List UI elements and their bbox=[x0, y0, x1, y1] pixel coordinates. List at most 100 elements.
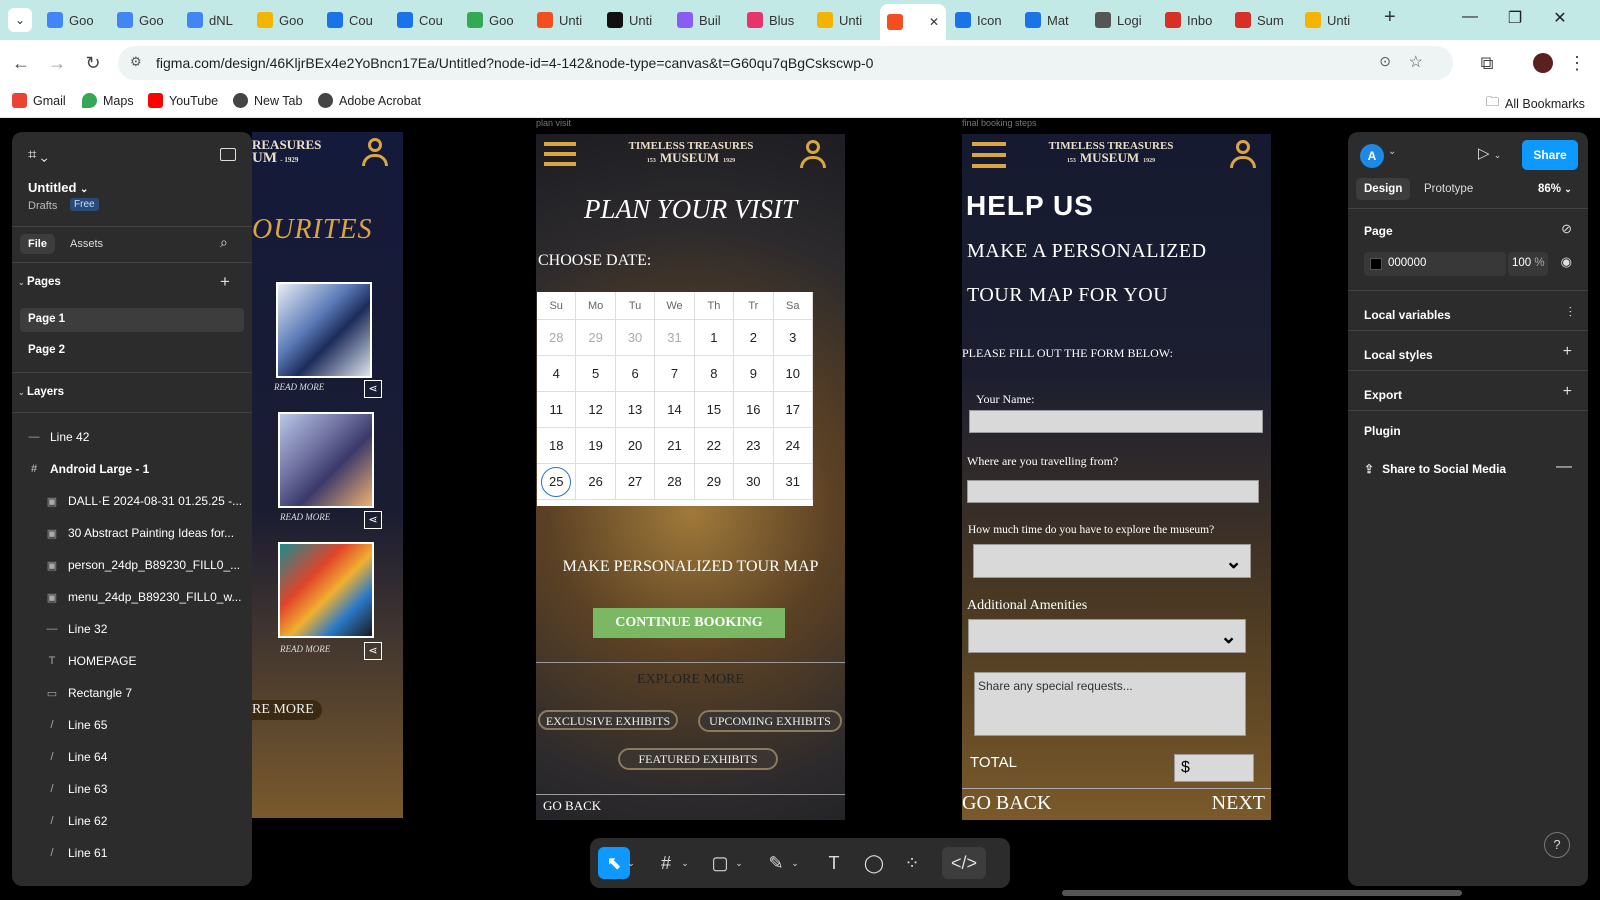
browser-tab[interactable]: Goo bbox=[40, 6, 108, 34]
share-icon[interactable]: ⋖ bbox=[364, 642, 382, 660]
go-back-link[interactable]: GO BACK bbox=[962, 792, 1051, 815]
browser-tab[interactable]: Mat bbox=[1018, 6, 1086, 34]
frame-booking-form[interactable]: TIMELESS TREASURES 153 MUSEUM 1929 HELP … bbox=[962, 134, 1271, 820]
browser-tab[interactable]: Buil bbox=[670, 6, 738, 34]
new-tab-button[interactable]: + bbox=[1384, 6, 1396, 29]
close-window-icon[interactable]: ✕ bbox=[1545, 8, 1575, 28]
browser-tab-active[interactable]: ✕ bbox=[880, 4, 946, 40]
local-styles-section[interactable]: Local styles bbox=[1364, 348, 1433, 362]
variables-icon[interactable]: ⫶ bbox=[1569, 304, 1573, 321]
calendar-day[interactable]: 13 bbox=[615, 392, 656, 428]
browser-tab[interactable]: Blus bbox=[740, 6, 808, 34]
exclusive-exhibits-button[interactable]: EXCLUSIVE EXHIBITS bbox=[538, 710, 678, 730]
calendar-day[interactable]: 28 bbox=[537, 320, 577, 356]
name-input[interactable] bbox=[969, 410, 1263, 433]
layers-section-header[interactable]: ⌄ Layers bbox=[18, 386, 64, 398]
bookmark-adobe-acrobat[interactable]: Adobe Acrobat bbox=[318, 93, 421, 108]
page-opacity-input[interactable]: 100 % bbox=[1508, 252, 1548, 276]
page-item-2[interactable]: Page 2 bbox=[28, 344, 65, 356]
figma-main-menu-icon[interactable]: ⌗ ⌄ bbox=[28, 146, 48, 163]
browser-tab[interactable]: Inbo bbox=[1158, 6, 1226, 34]
profile-avatar[interactable] bbox=[1533, 53, 1553, 73]
dev-mode-icon[interactable]: </> bbox=[942, 847, 986, 879]
calendar-day[interactable]: 1 bbox=[694, 320, 735, 356]
calendar-day[interactable]: 26 bbox=[576, 464, 616, 500]
chevron-down-icon[interactable]: ⌄ bbox=[788, 847, 802, 879]
local-variables-section[interactable]: Local variables bbox=[1364, 308, 1451, 322]
calendar-day[interactable]: 24 bbox=[773, 428, 813, 464]
special-requests-textarea[interactable]: Share any special requests... bbox=[974, 672, 1246, 736]
menu-icon[interactable] bbox=[972, 142, 1006, 168]
maximize-icon[interactable]: ❐ bbox=[1500, 8, 1530, 28]
present-play-icon[interactable]: ▷ ⌄ bbox=[1478, 144, 1501, 162]
browser-tab[interactable]: Unti bbox=[530, 6, 598, 34]
calendar-day[interactable]: 22 bbox=[694, 428, 735, 464]
install-icon[interactable]: ⊙ bbox=[1379, 53, 1391, 70]
calendar-day[interactable]: 14 bbox=[655, 392, 695, 428]
chevron-down-icon[interactable]: ⌄ bbox=[624, 847, 638, 879]
layer-item[interactable]: ▣ menu_24dp_B89230_FILL0_w... bbox=[46, 590, 242, 604]
site-info-icon[interactable]: ⚙ bbox=[130, 54, 142, 70]
bookmark-youtube[interactable]: YouTube bbox=[148, 93, 218, 108]
layer-item[interactable]: ▣ 30 Abstract Painting Ideas for... bbox=[46, 526, 234, 540]
reload-icon[interactable]: ↻ bbox=[80, 50, 106, 76]
browser-menu-icon[interactable]: ⋮ bbox=[1564, 50, 1590, 76]
close-tab-icon[interactable]: ✕ bbox=[929, 15, 939, 29]
calendar-day[interactable]: 4 bbox=[537, 356, 577, 392]
go-back-link[interactable]: GO BACK bbox=[543, 798, 601, 814]
layer-item[interactable]: ▣ person_24dp_B89230_FILL0_... bbox=[46, 558, 240, 572]
browser-tab[interactable]: Unti bbox=[810, 6, 878, 34]
amenities-dropdown[interactable]: ⌄ bbox=[968, 619, 1246, 653]
read-more-link[interactable]: READ MORE bbox=[274, 382, 324, 392]
calendar-day[interactable]: 29 bbox=[694, 464, 735, 500]
browser-tab[interactable]: Goo bbox=[110, 6, 178, 34]
comment-tool-icon[interactable]: ◯ bbox=[858, 847, 890, 879]
layer-item[interactable]: ▭ Rectangle 7 bbox=[46, 686, 132, 700]
extensions-icon[interactable]: ⧉ bbox=[1474, 50, 1500, 76]
calendar-day[interactable]: 18 bbox=[537, 428, 577, 464]
layer-item[interactable]: ▣ DALL·E 2024-08-31 01.25.25 -... bbox=[46, 494, 242, 508]
upcoming-exhibits-button[interactable]: UPCOMING EXHIBITS bbox=[698, 710, 842, 732]
bookmark-maps[interactable]: Maps bbox=[82, 93, 134, 108]
menu-icon[interactable] bbox=[544, 142, 576, 166]
zoom-level[interactable]: 86% ⌄ bbox=[1538, 183, 1572, 195]
person-icon[interactable] bbox=[360, 136, 390, 168]
browser-tab[interactable]: Goo bbox=[250, 6, 318, 34]
browser-tab[interactable]: Sum bbox=[1228, 6, 1296, 34]
layer-item[interactable]: / Line 65 bbox=[46, 718, 107, 732]
chevron-down-icon[interactable]: ⌄ bbox=[678, 847, 692, 879]
styles-icon[interactable]: ⊘ bbox=[1561, 221, 1572, 237]
continue-booking-button[interactable]: CONTINUE BOOKING bbox=[593, 608, 785, 638]
page-color-input[interactable]: 000000 bbox=[1364, 252, 1506, 276]
calendar-day[interactable]: 12 bbox=[576, 392, 616, 428]
plugin-share-to-social-media[interactable]: ⇪ Share to Social Media bbox=[1364, 462, 1506, 476]
layer-item[interactable]: / Line 63 bbox=[46, 782, 107, 796]
calendar-day[interactable]: 5 bbox=[576, 356, 616, 392]
help-button[interactable]: ? bbox=[1544, 832, 1570, 858]
bookmark-new-tab[interactable]: New Tab bbox=[233, 93, 302, 108]
layer-item[interactable]: / Line 61 bbox=[46, 846, 107, 860]
total-amount-field[interactable]: $ bbox=[1174, 754, 1254, 782]
travelling-input[interactable] bbox=[967, 480, 1259, 503]
minimize-icon[interactable]: — bbox=[1455, 8, 1485, 26]
calendar-day[interactable]: 27 bbox=[615, 464, 656, 500]
horizontal-scrollbar[interactable] bbox=[1062, 890, 1462, 896]
time-dropdown[interactable]: ⌄ bbox=[973, 544, 1251, 578]
bookmark-gmail[interactable]: Gmail bbox=[12, 93, 66, 108]
pages-section-header[interactable]: ⌄ Pages bbox=[18, 276, 61, 288]
explore-more-button[interactable]: RE MORE bbox=[252, 700, 322, 720]
tab-search-button[interactable]: ⌄ bbox=[8, 8, 32, 32]
browser-tab[interactable]: Goo bbox=[460, 6, 528, 34]
layer-item[interactable]: # Android Large - 1 bbox=[28, 462, 149, 476]
calendar-day[interactable]: 16 bbox=[734, 392, 774, 428]
calendar-day[interactable]: 31 bbox=[655, 320, 695, 356]
calendar-day[interactable]: 15 bbox=[694, 392, 735, 428]
chevron-down-icon[interactable]: ⌄ bbox=[1388, 146, 1396, 157]
calendar-day[interactable]: 3 bbox=[773, 320, 813, 356]
calendar-day[interactable]: 20 bbox=[615, 428, 656, 464]
read-more-link[interactable]: READ MORE bbox=[280, 644, 330, 654]
calendar-day[interactable]: 11 bbox=[537, 392, 577, 428]
browser-tab[interactable]: Unti bbox=[1298, 6, 1366, 34]
calendar-day[interactable]: 8 bbox=[694, 356, 735, 392]
browser-tab[interactable]: dNL bbox=[180, 6, 248, 34]
